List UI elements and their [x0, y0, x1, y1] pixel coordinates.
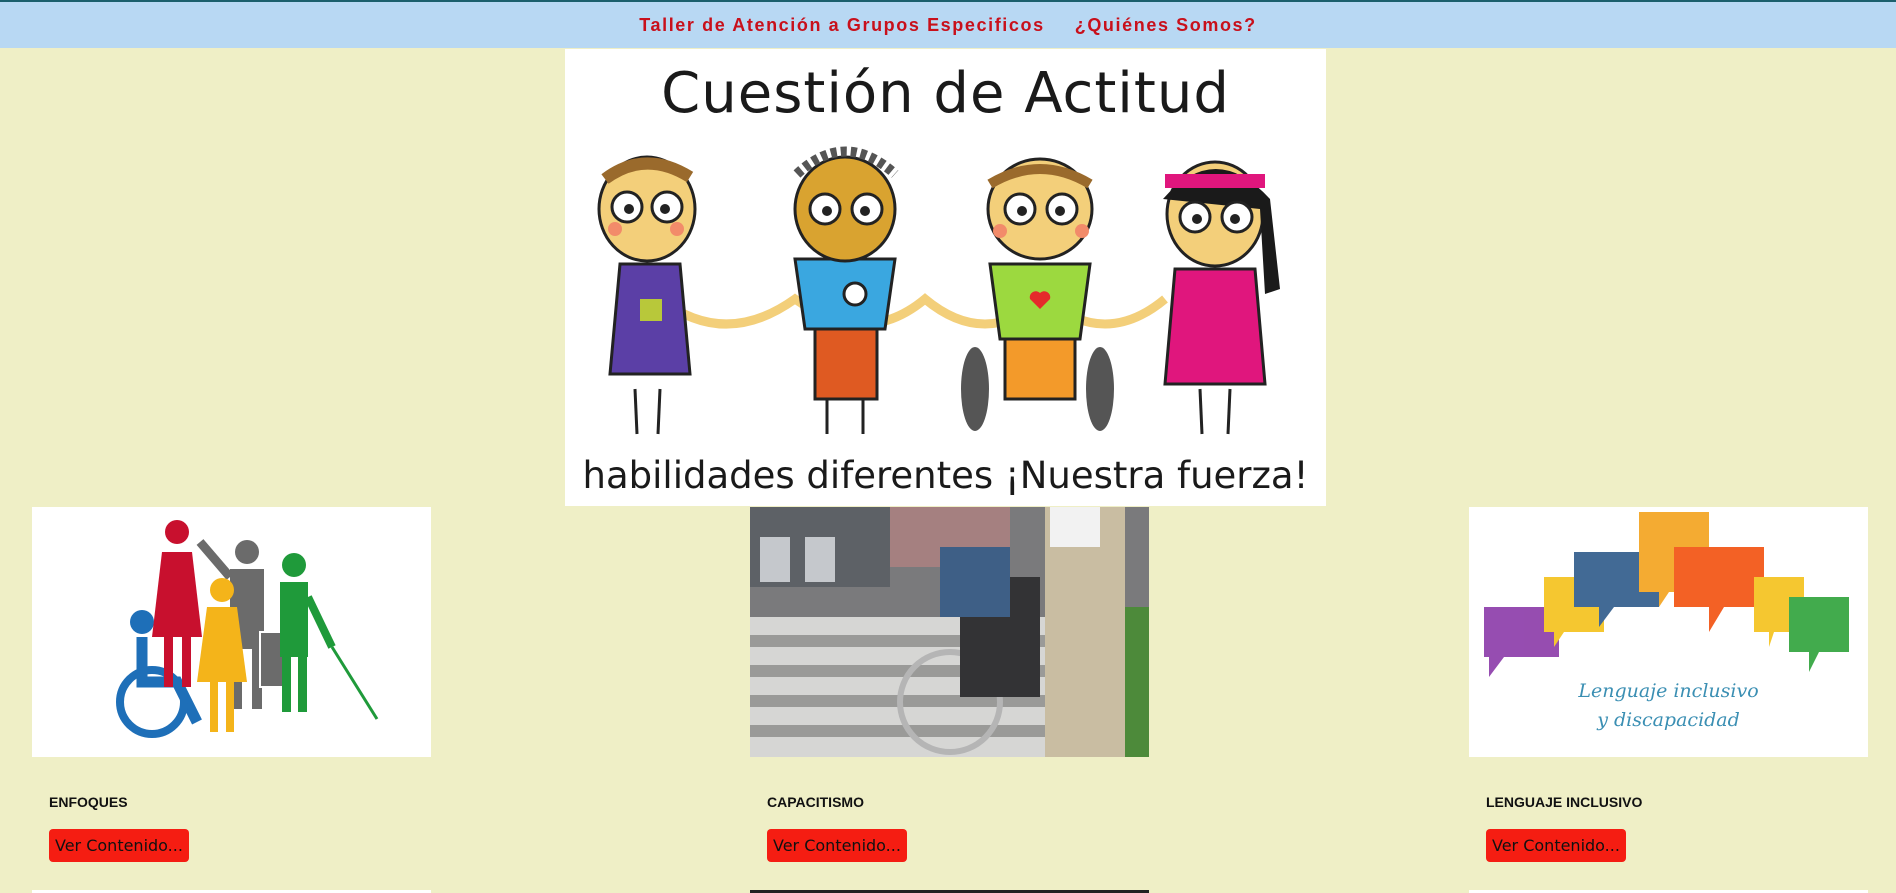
ver-contenido-button-capacitismo[interactable]: Ver Contenido... [767, 829, 907, 862]
hero-title: Cuestión de Actitud [661, 61, 1230, 126]
ver-contenido-button-enfoques[interactable]: Ver Contenido... [49, 829, 189, 862]
card-image-enfoques [32, 507, 431, 757]
hero-banner-image: Cuestión de Actitud habilidades diferent… [565, 49, 1326, 506]
hero-tagline: habilidades diferentes ¡Nuestra fuerza! [582, 454, 1309, 497]
card-title-enfoques: ENFOQUES [49, 794, 128, 810]
lenguaje-image-caption: Lenguaje inclusivo y discapacidad [1469, 677, 1868, 735]
nav-link-taller[interactable]: Taller de Atención a Grupos Especificos [639, 15, 1045, 36]
card-image-capacitismo [750, 507, 1149, 757]
card-title-capacitismo: CAPACITISMO [767, 794, 864, 810]
lenguaje-image-caption-line1: Lenguaje inclusivo [1578, 680, 1759, 702]
accessibility-people-icon [116, 520, 379, 738]
nav-link-quienes-somos[interactable]: ¿Quiénes Somos? [1075, 15, 1257, 36]
lenguaje-image-caption-line2: y discapacidad [1597, 709, 1740, 731]
card-title-lenguaje-inclusivo: LENGUAJE INCLUSIVO [1486, 794, 1643, 810]
wheelchair-photo [750, 507, 1149, 757]
top-nav: Taller de Atención a Grupos Especificos … [0, 0, 1896, 48]
ver-contenido-button-lenguaje-inclusivo[interactable]: Ver Contenido... [1486, 829, 1626, 862]
card-image-lenguaje-inclusivo: Lenguaje inclusivo y discapacidad [1469, 507, 1868, 757]
